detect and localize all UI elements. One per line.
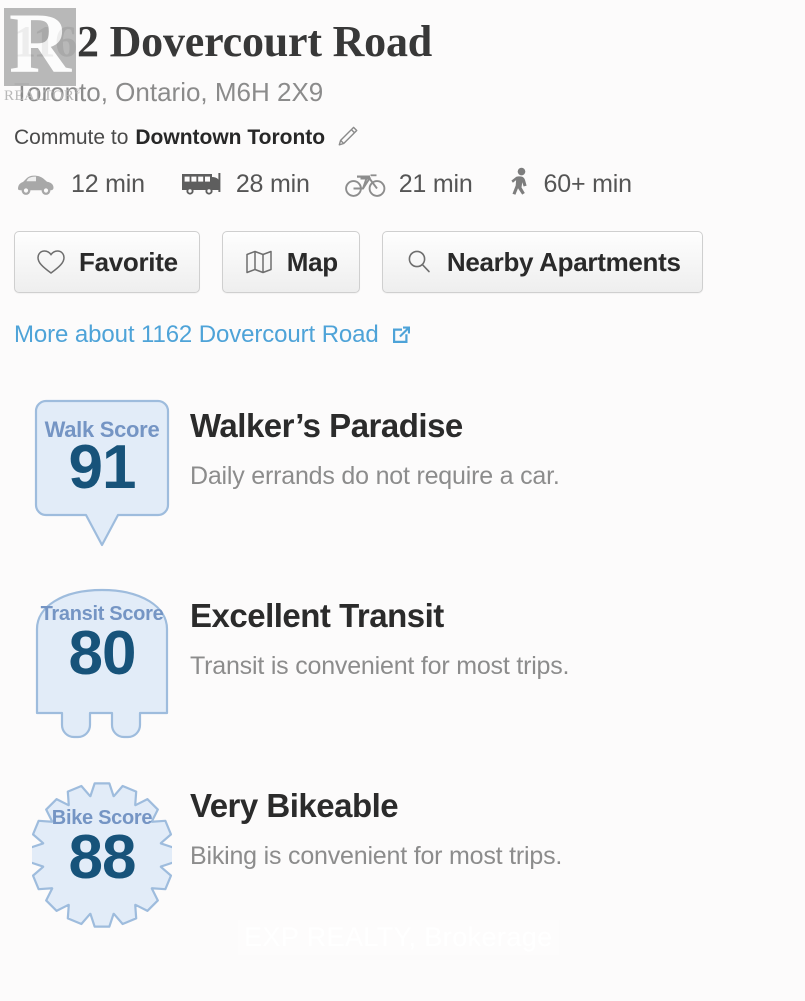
transit-score-heading: Excellent Transit [190, 597, 444, 634]
external-link-icon [390, 324, 412, 346]
favorite-button[interactable]: Favorite [14, 231, 200, 293]
map-button-label: Map [286, 246, 338, 277]
commute-time-walk: 60+ min [543, 169, 632, 198]
commute-times-row: 12 min 28 min 21 min 60+ min [14, 167, 791, 201]
bike-score-badge[interactable]: Bike Score 88 [32, 775, 172, 935]
score-row-transit: Transit Score 80 Excellent Transit Trans… [14, 585, 791, 775]
map-button[interactable]: Map [221, 231, 360, 293]
commute-time-bike: 21 min [398, 169, 473, 198]
nearby-apartments-button[interactable]: Nearby Apartments [381, 231, 703, 293]
walk-score-description: Daily errands do not require a car. [190, 462, 560, 490]
commute-mode-car: 12 min [14, 169, 145, 199]
walk-score-badge[interactable]: Walk Score 91 [32, 395, 172, 555]
nearby-apartments-button-label: Nearby Apartments [446, 246, 681, 277]
commute-time-transit: 28 min [235, 169, 310, 198]
page-title: 1162 Dovercourt Road [14, 17, 433, 66]
commute-mode-transit: 28 min [179, 169, 310, 199]
transit-score-badge[interactable]: Transit Score 80 [32, 585, 172, 745]
commute-mode-bike: 21 min [344, 169, 473, 199]
walkscore-section: Walk Score 91 Walker’s Paradise Daily er… [14, 395, 791, 965]
commute-time-car: 12 min [71, 169, 145, 198]
bike-score-description: Biking is convenient for most trips. [190, 842, 563, 870]
action-button-row: Favorite Map Nearby Apartments [14, 231, 791, 293]
bus-icon [179, 169, 225, 199]
search-icon [404, 248, 434, 276]
transit-score-description: Transit is convenient for most trips. [190, 652, 570, 680]
heart-icon [36, 248, 66, 276]
more-about-link[interactable]: More about 1162 Dovercourt Road [14, 321, 412, 349]
listing-panel: 1162 Dovercourt Road Toronto, Ontario, M… [0, 0, 805, 965]
car-icon [14, 169, 60, 199]
bike-score-heading: Very Bikeable [190, 787, 399, 824]
commute-mode-walk: 60+ min [507, 167, 632, 201]
pedestrian-icon [507, 167, 533, 201]
map-icon [244, 248, 274, 276]
score-row-walk: Walk Score 91 Walker’s Paradise Daily er… [14, 395, 791, 585]
transit-score-badge-col: Transit Score 80 [14, 585, 190, 745]
transit-score-text: Excellent Transit Transit is convenient … [190, 585, 570, 680]
bike-score-badge-col: Bike Score 88 [14, 775, 190, 935]
walk-score-text: Walker’s Paradise Daily errands do not r… [190, 395, 560, 489]
bike-score-text: Very Bikeable Biking is convenient for m… [190, 775, 562, 869]
pencil-icon[interactable] [334, 124, 360, 150]
walk-score-badge-col: Walk Score 91 [14, 395, 190, 555]
address-subtitle: Toronto, Ontario, M6H 2X9 [14, 77, 324, 107]
bicycle-icon [344, 169, 388, 199]
commute-label: Commute to [14, 125, 129, 149]
commute-destination[interactable]: Downtown Toronto [135, 127, 325, 148]
commute-destination-row: Commute to Downtown Toronto [14, 124, 791, 150]
score-row-bike: Bike Score 88 Very Bikeable Biking is co… [14, 775, 791, 965]
more-about-link-label: More about 1162 Dovercourt Road [14, 321, 379, 348]
favorite-button-label: Favorite [79, 246, 178, 277]
walk-score-heading: Walker’s Paradise [190, 407, 463, 444]
